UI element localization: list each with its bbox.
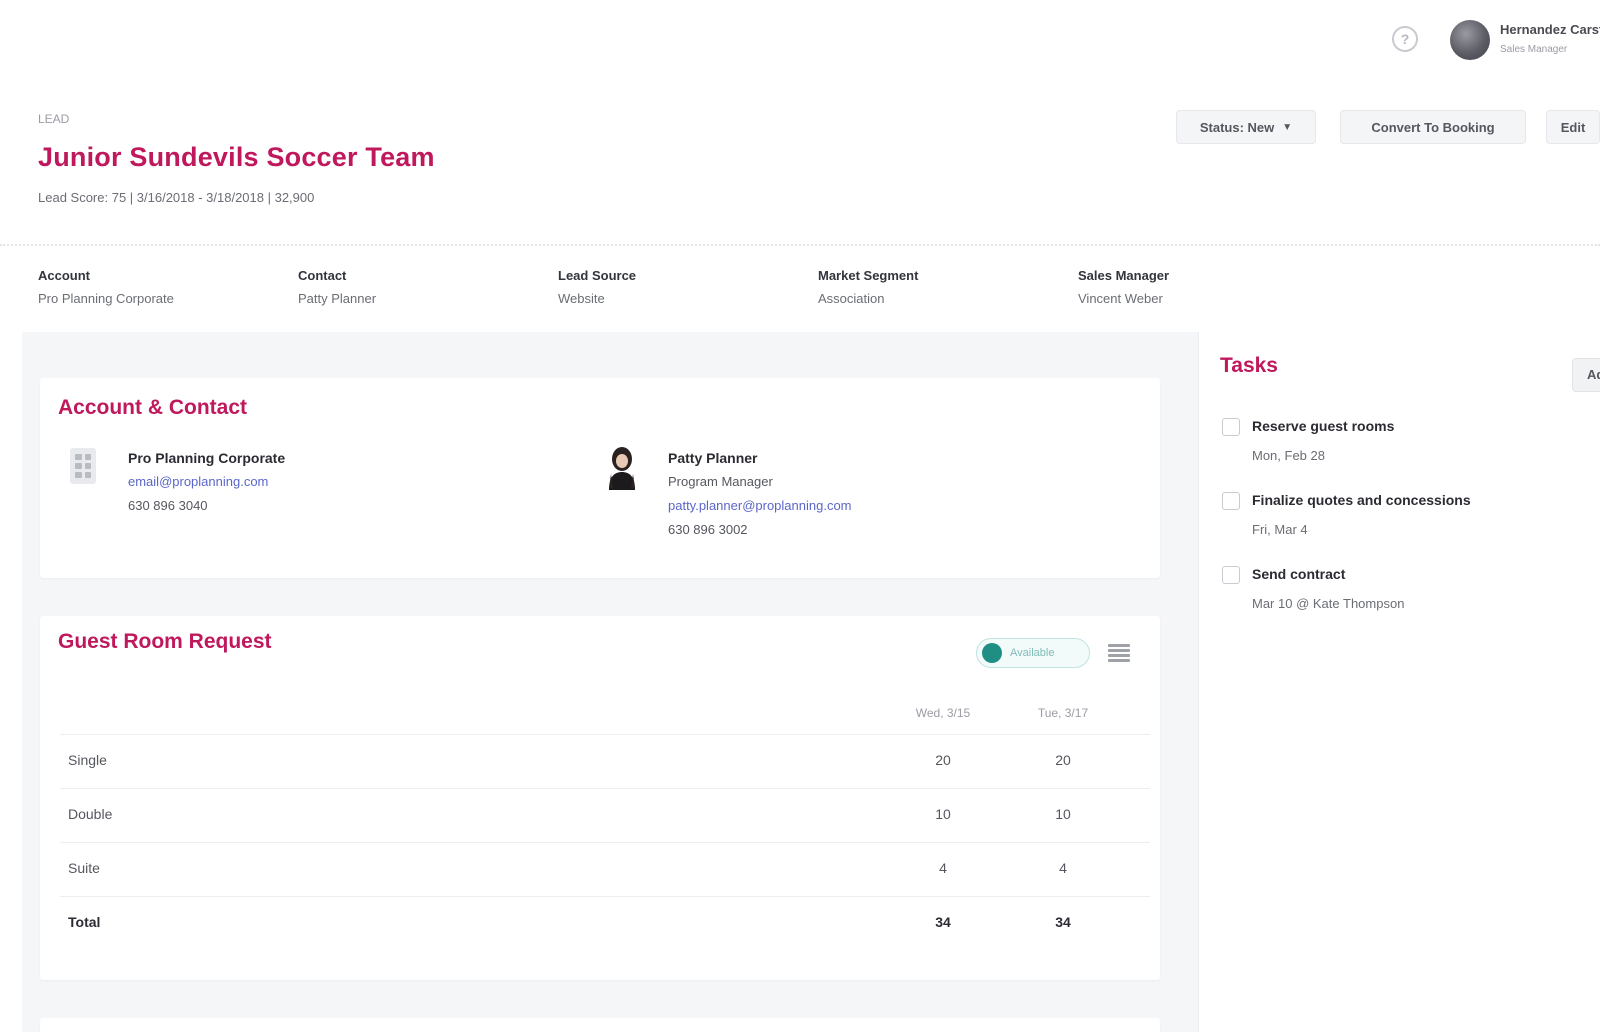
user-avatar[interactable] bbox=[1450, 20, 1490, 60]
toggle-label: Available bbox=[1010, 647, 1055, 659]
account-phone: 630 896 3040 bbox=[128, 498, 208, 513]
task-checkbox[interactable] bbox=[1222, 566, 1240, 584]
task-title[interactable]: Send contract bbox=[1252, 566, 1345, 582]
fact-market-segment: Market Segment Association bbox=[818, 268, 1058, 306]
row-value: 20 bbox=[1055, 752, 1071, 768]
task-title[interactable]: Finalize quotes and concessions bbox=[1252, 492, 1471, 508]
fact-value: Vincent Weber bbox=[1078, 291, 1163, 306]
record-header: LEAD Junior Sundevils Soccer Team Lead S… bbox=[0, 80, 1600, 246]
convert-to-booking-button[interactable]: Convert To Booking bbox=[1340, 110, 1526, 144]
user-name[interactable]: Hernandez Carsten bbox=[1500, 22, 1600, 37]
fact-value[interactable]: Pro Planning Corporate bbox=[38, 291, 278, 306]
chevron-down-icon: ▼ bbox=[1282, 121, 1293, 133]
user-role: Sales Manager bbox=[1500, 44, 1568, 55]
table-total-row: Total 34 34 bbox=[60, 896, 1150, 950]
account-name[interactable]: Pro Planning Corporate bbox=[128, 450, 285, 466]
tasks-title: Tasks bbox=[1220, 354, 1278, 377]
fact-label: Contact bbox=[298, 268, 347, 283]
column-header-date: Wed, 3/15 bbox=[915, 706, 971, 720]
task-title[interactable]: Reserve guest rooms bbox=[1252, 418, 1394, 434]
edit-button[interactable]: Edit bbox=[1546, 110, 1600, 144]
column-header-date: Tue, 3/17 bbox=[1037, 706, 1089, 720]
account-contact-title: Account & Contact bbox=[58, 396, 247, 419]
guest-room-request-card: Guest Room Request Available Wed, 3/15 T… bbox=[40, 616, 1160, 980]
add-task-button[interactable]: Ad bbox=[1572, 358, 1600, 392]
contact-role: Program Manager bbox=[668, 474, 773, 489]
guest-room-request-title: Guest Room Request bbox=[58, 630, 272, 653]
contact-email-link[interactable]: patty.planner@proplanning.com bbox=[668, 498, 852, 513]
total-label: Total bbox=[68, 914, 101, 930]
row-label: Single bbox=[68, 752, 107, 768]
table-row: Suite 4 4 bbox=[60, 842, 1150, 896]
status-button-label: Status: New bbox=[1199, 119, 1275, 135]
task-meta: Mar 10 @ Kate Thompson bbox=[1252, 596, 1405, 611]
key-facts-bar: Account Pro Planning Corporate Contact P… bbox=[0, 246, 1600, 332]
fact-label: Sales Manager bbox=[1078, 268, 1170, 283]
account-email-link[interactable]: email@proplanning.com bbox=[128, 474, 268, 489]
fact-label: Market Segment bbox=[818, 268, 919, 283]
table-row: Single 20 20 bbox=[60, 734, 1150, 788]
total-value: 34 bbox=[1055, 914, 1071, 930]
record-subtitle: Lead Score: 75 | 3/16/2018 - 3/18/2018 |… bbox=[38, 190, 315, 205]
row-value: 10 bbox=[1055, 806, 1071, 822]
row-value: 4 bbox=[1059, 860, 1067, 876]
table-row: Double 10 10 bbox=[60, 788, 1150, 842]
row-label: Suite bbox=[68, 860, 100, 876]
next-card bbox=[40, 1018, 1160, 1032]
top-bar: ? Hernandez Carsten Sales Manager bbox=[0, 0, 1600, 80]
contact-phone: 630 896 3002 bbox=[668, 522, 748, 537]
grid-view-icon[interactable] bbox=[1108, 642, 1130, 664]
column-divider bbox=[1198, 332, 1199, 1032]
contact-name[interactable]: Patty Planner bbox=[668, 450, 757, 466]
fact-value: Website bbox=[558, 291, 605, 306]
record-title: Junior Sundevils Soccer Team bbox=[38, 142, 435, 172]
row-value: 4 bbox=[939, 860, 947, 876]
availability-toggle[interactable]: Available bbox=[976, 638, 1090, 668]
fact-value: Association bbox=[818, 291, 885, 306]
fact-account: Account Pro Planning Corporate bbox=[38, 268, 278, 306]
row-value: 10 bbox=[935, 806, 951, 822]
row-label: Double bbox=[68, 806, 113, 822]
task-checkbox[interactable] bbox=[1222, 418, 1240, 436]
total-value: 34 bbox=[935, 914, 951, 930]
status-dropdown-button[interactable]: Status: New ▼ bbox=[1176, 110, 1316, 144]
fact-lead-source: Lead Source Website bbox=[558, 268, 798, 306]
toggle-knob bbox=[982, 643, 1002, 663]
fact-sales-manager: Sales Manager Vincent Weber bbox=[1078, 268, 1318, 306]
task-checkbox[interactable] bbox=[1222, 492, 1240, 510]
fact-label: Lead Source bbox=[558, 268, 637, 283]
contact-avatar bbox=[609, 447, 635, 490]
fact-value[interactable]: Patty Planner bbox=[298, 291, 538, 306]
fact-label: Account bbox=[38, 268, 90, 283]
building-icon bbox=[70, 448, 96, 484]
task-meta: Mon, Feb 28 bbox=[1252, 448, 1325, 463]
row-value: 20 bbox=[935, 752, 951, 768]
account-contact-card: Account & Contact Pro Planning Corporate… bbox=[40, 378, 1160, 578]
task-meta: Fri, Mar 4 bbox=[1252, 522, 1308, 537]
fact-contact: Contact Patty Planner bbox=[298, 268, 538, 306]
help-circle-icon[interactable]: ? bbox=[1392, 26, 1418, 52]
record-type-label: LEAD bbox=[38, 112, 70, 126]
